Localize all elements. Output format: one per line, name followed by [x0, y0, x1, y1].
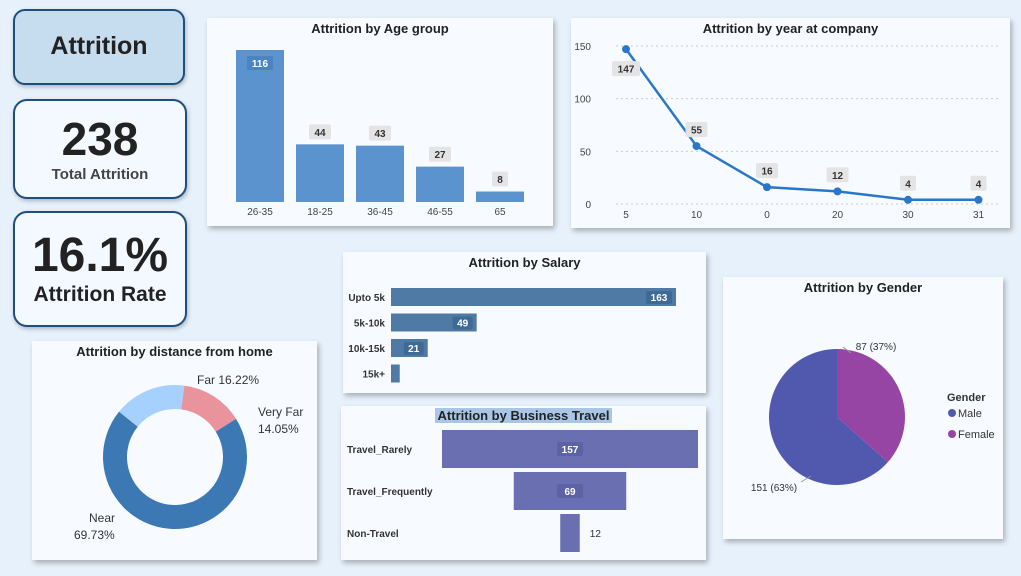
data-label: 151 (63%): [751, 483, 797, 494]
data-label: 27: [434, 150, 446, 161]
salary-chart-panel: Attrition by Salary Upto 5k 163 5k-10k 49 10…: [343, 252, 706, 393]
x-tick-label: 0: [764, 210, 770, 221]
data-label: 55: [691, 126, 703, 137]
slice-label-very-far-name: Very Far: [258, 405, 303, 419]
data-point: [692, 142, 701, 151]
y-tick-label: 150: [574, 42, 591, 53]
legend-item: Female: [958, 429, 995, 441]
age-bar-chart: 116 26-35 44 18-25 43 36-45 27 46-55 8 65: [236, 50, 524, 218]
x-tick-label: 46-55: [427, 207, 453, 218]
age-bar: [236, 50, 284, 202]
data-point: [904, 195, 912, 204]
x-tick-label: 18-25: [307, 207, 333, 218]
salary-bar: [391, 288, 676, 306]
y-tick-label: 50: [580, 147, 592, 158]
total-attrition-label: Total Attrition: [51, 166, 149, 183]
years-line-chart: 050100150147555101601220430431: [574, 42, 1001, 221]
gender-pie-chart: 87 (37%) 151 (63%) Gender Male Female: [751, 342, 995, 494]
data-label: 16: [761, 167, 773, 178]
gender-chart-panel: Attrition by Gender 87 (37%) 151 (63%) Gen…: [723, 277, 1003, 539]
age-bar: [296, 144, 344, 202]
x-tick-label: 30: [902, 210, 914, 221]
data-label: 116: [252, 59, 269, 70]
attrition-rate-value: 16.1%: [31, 229, 169, 282]
distance-chart-panel: Attrition by distance from home Far 16.2…: [32, 341, 317, 560]
category-label: Travel_Frequently: [347, 487, 433, 498]
years-chart-panel: Attrition by year at company 0 50 100 150 14…: [571, 18, 1010, 228]
total-attrition-value: 238: [61, 113, 139, 165]
travel-bar: [560, 514, 580, 552]
distance-donut-chart: Far 16.22% Very Far 14.05% Near 69.73%: [74, 373, 303, 542]
age-bar: [416, 166, 464, 202]
data-label: 4: [976, 179, 982, 190]
data-label: 44: [314, 128, 326, 139]
x-tick-label: 10: [691, 210, 703, 221]
y-tick-label: 5k-10k: [354, 319, 386, 330]
data-label: 49: [457, 319, 469, 330]
x-tick-label: 26-35: [247, 207, 273, 218]
category-label: Non-Travel: [347, 529, 399, 540]
x-tick-label: 20: [832, 210, 844, 221]
data-label: 43: [374, 129, 386, 140]
attrition-rate-card: 16.1% Attrition Rate: [13, 211, 187, 327]
legend-title: Gender: [947, 392, 986, 404]
data-label: 12: [832, 171, 844, 182]
travel-funnel-chart: Travel_Rarely 157 Travel_Frequently 69 Non-T…: [347, 430, 698, 552]
travel-chart-panel: Attrition by Business Travel Travel_Rare…: [341, 406, 706, 560]
y-tick-label: 10k-15k: [348, 344, 385, 355]
x-tick-label: 65: [494, 207, 506, 218]
dashboard-title: Attrition: [50, 32, 148, 60]
data-label: 21: [408, 344, 420, 355]
series-line: [624, 48, 979, 202]
salary-bar-chart: Upto 5k 163 5k-10k 49 10k-15k 21 15k+: [348, 288, 676, 383]
attrition-rate-label: Attrition Rate: [33, 283, 167, 306]
y-tick-label: 100: [574, 95, 591, 106]
age-bar: [356, 145, 404, 202]
data-point: [833, 187, 842, 196]
data-label: 69: [564, 487, 576, 498]
attrition-title-card: Attrition: [13, 9, 185, 85]
data-point: [974, 195, 983, 204]
slice-label-far: Far 16.22%: [197, 373, 259, 387]
data-label: 12: [590, 529, 602, 540]
legend-item: Male: [958, 408, 982, 420]
data-point: [622, 45, 630, 54]
data-label: 163: [651, 293, 668, 304]
category-label: Travel_Rarely: [347, 445, 412, 456]
data-label: 8: [497, 175, 503, 186]
data-label: 157: [562, 445, 579, 456]
age-bar: [476, 191, 524, 202]
data-label: 4: [905, 179, 911, 190]
age-chart-panel: Attrition by Age group 116 26-35 44 18-25 43…: [207, 18, 553, 226]
slice-label-near-value: 69.73%: [74, 528, 115, 542]
data-label: 87 (37%): [856, 342, 897, 353]
legend-swatch: [948, 430, 956, 438]
x-tick-label: 36-45: [367, 207, 393, 218]
x-tick-label: 5: [623, 210, 629, 221]
slice-label-very-far-value: 14.05%: [258, 422, 299, 436]
legend-swatch: [948, 409, 956, 417]
slice-label-near-name: Near: [89, 511, 115, 525]
data-label: 147: [618, 65, 635, 76]
total-attrition-card: 238 Total Attrition: [13, 99, 187, 199]
y-tick-label: 0: [585, 200, 591, 211]
y-tick-label: Upto 5k: [348, 293, 385, 304]
data-point: [763, 183, 771, 192]
y-tick-label: 15k+: [362, 370, 385, 381]
donut-slice-near: [103, 411, 248, 529]
salary-bar: [391, 364, 400, 383]
x-tick-label: 31: [973, 210, 985, 221]
